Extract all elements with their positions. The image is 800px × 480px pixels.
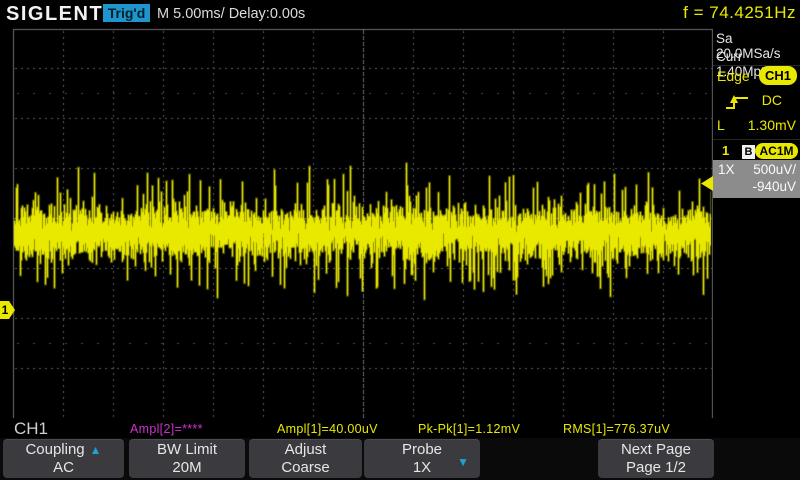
display-graticule [0, 0, 800, 480]
softkey-value: 20M [172, 459, 201, 477]
measurement-ampl-ch2: Ampl[2]=**** [130, 422, 203, 436]
softkey-probe[interactable]: Probe 1X ▼ [364, 439, 480, 478]
trigger-type-label: Edge [717, 68, 750, 84]
down-arrow-icon: ▼ [457, 453, 469, 471]
softkey-value: Coarse [281, 459, 329, 477]
measurement-pkpk-ch1: Pk-Pk[1]=1.12mV [418, 422, 520, 436]
softkey-value: 1X [413, 459, 431, 477]
channel-offset-readout: -940uV [752, 179, 796, 194]
trigger-source-badge: CH1 [759, 66, 797, 85]
trigger-level-value: 1.30mV [748, 117, 796, 133]
softkey-label: Probe [402, 441, 442, 459]
top-status-bar: SIGLENT Trig'd M 5.00ms/ Delay:0.00s f =… [0, 0, 800, 28]
channel-coupling-badge: AC1M [755, 143, 798, 159]
measurement-row: CH1 Ampl[2]=**** Ampl[1]=40.00uV Pk-Pk[1… [0, 418, 800, 438]
softkey-coupling[interactable]: Coupling ▲ AC [3, 439, 124, 478]
softkey-bw-limit[interactable]: BW Limit 20M [129, 439, 245, 478]
channel1-marker-label: 1 [0, 301, 10, 319]
softkey-label: Adjust [285, 441, 327, 459]
measurement-ampl-ch1: Ampl[1]=40.00uV [277, 422, 378, 436]
volts-per-div-readout: 500uV/ [753, 162, 796, 177]
oscilloscope-screen: SIGLENT Trig'd M 5.00ms/ Delay:0.00s f =… [0, 0, 800, 480]
softkey-adjust[interactable]: Adjust Coarse [249, 439, 362, 478]
channel1-descriptor-body[interactable]: 1X 500uV/ -940uV [713, 160, 800, 198]
channel1-descriptor-header[interactable]: 1 B AC1M [713, 142, 800, 160]
softkey-value: AC [53, 459, 74, 477]
trigger-level-label: L [717, 117, 725, 133]
frequency-counter: f = 74.4251Hz [683, 3, 796, 23]
softkey-label: Coupling [25, 441, 84, 458]
softkey-label: BW Limit [157, 441, 217, 459]
up-arrow-icon: ▲ [90, 443, 102, 457]
trigger-coupling-label: DC [762, 92, 782, 108]
sidebar-divider [713, 139, 800, 140]
measurement-rms-ch1: RMS[1]=776.37uV [563, 422, 670, 436]
softkey-value: Page 1/2 [626, 459, 686, 477]
channel-number-label: 1 [722, 143, 729, 158]
rising-edge-icon [725, 91, 749, 113]
active-channel-label: CH1 [14, 419, 48, 439]
softkey-label: Next Page [621, 441, 691, 459]
bandwidth-limit-badge: B [741, 144, 756, 160]
trigger-status-badge: Trig'd [103, 4, 150, 22]
timebase-readout: M 5.00ms/ Delay:0.00s [157, 6, 305, 22]
right-sidebar: Sa 20.0MSa/s Curr 1.40Mpts Edge CH1 DC L… [713, 28, 800, 420]
softkey-next-page[interactable]: Next Page Page 1/2 [598, 439, 714, 478]
probe-attenuation-label: 1X [718, 162, 735, 177]
softkey-menu-bar: Coupling▲ AC BW Limit 20M Adjust Coarse … [0, 438, 800, 480]
siglent-logo: SIGLENT [6, 3, 103, 26]
